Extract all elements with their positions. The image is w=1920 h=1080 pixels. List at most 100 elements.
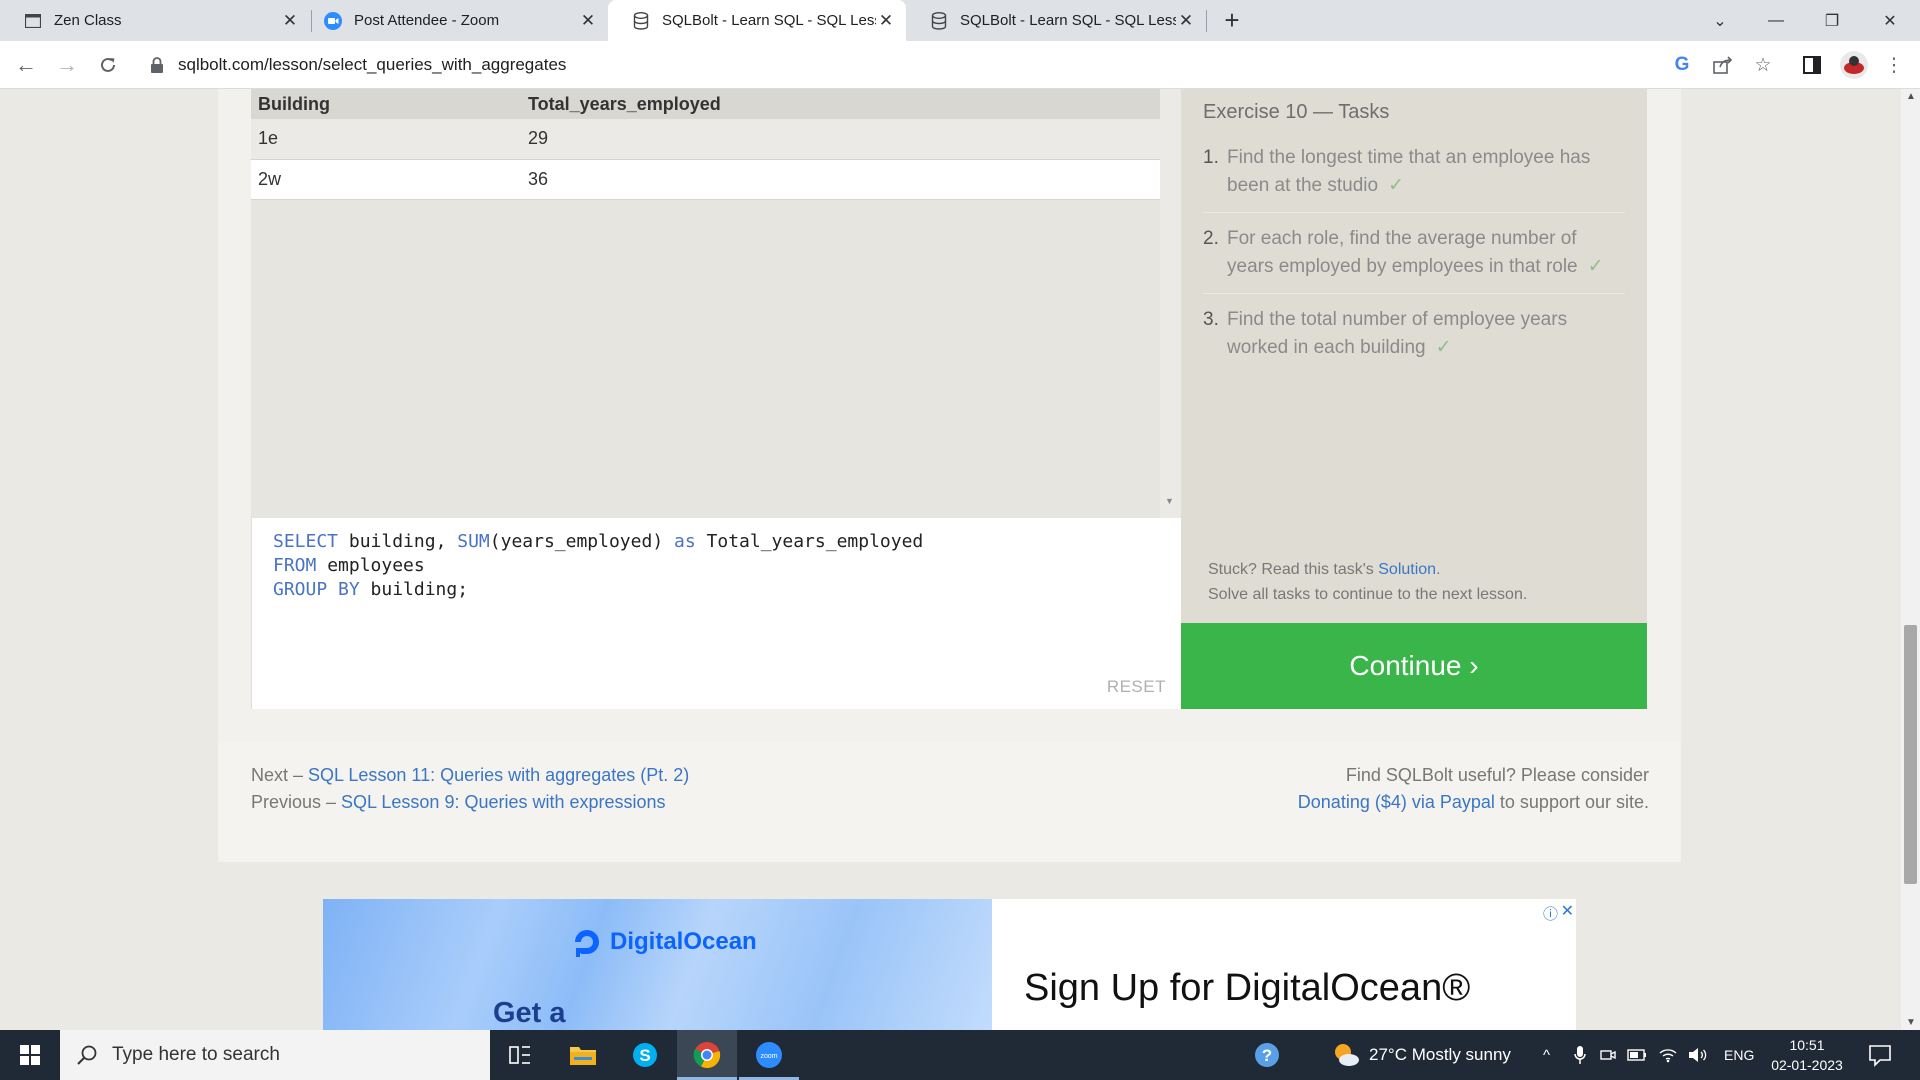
tab-title: SQLBolt - Learn SQL - SQL Lesson: [960, 12, 1176, 29]
checkmark-icon: ✓: [1587, 256, 1604, 277]
start-button[interactable]: [0, 1030, 60, 1080]
scroll-up-arrow-icon[interactable]: ▲: [1906, 91, 1916, 102]
table-row: 2w 36: [251, 159, 1160, 200]
tab-sqlbolt-active[interactable]: SQLBolt - Learn SQL - SQL Lesson ✕: [608, 0, 906, 41]
browser-toolbar: ← → sqlbolt.com/lesson/select_queries_wi…: [0, 41, 1920, 89]
column-header: Total_years_employed: [521, 89, 1160, 119]
minimize-button[interactable]: —: [1748, 0, 1804, 41]
meet-now-icon[interactable]: [1600, 1030, 1616, 1080]
exercise-tasks-panel: Exercise 10 — Tasks 1. Find the longest …: [1181, 89, 1647, 623]
sql-editor[interactable]: SELECT building, SUM(years_employed) as …: [251, 518, 1181, 709]
close-tab-icon[interactable]: ✕: [280, 11, 300, 31]
address-bar[interactable]: sqlbolt.com/lesson/select_queries_with_a…: [140, 47, 1670, 83]
previous-lesson-link[interactable]: SQL Lesson 9: Queries with expressions: [341, 792, 666, 812]
notification-icon[interactable]: [1866, 1041, 1894, 1069]
database-icon: [632, 11, 650, 30]
google-icon[interactable]: G: [1670, 53, 1694, 77]
reload-icon: [101, 57, 115, 72]
search-icon: [77, 1045, 97, 1065]
volume-icon[interactable]: [1688, 1030, 1708, 1080]
ad-info-icon[interactable]: ⓘ: [1543, 903, 1558, 924]
share-icon[interactable]: [1711, 53, 1735, 77]
file-explorer-icon[interactable]: [553, 1030, 613, 1080]
donate-link[interactable]: Donating ($4) via Paypal: [1298, 792, 1495, 812]
reset-button[interactable]: RESET: [1107, 677, 1166, 697]
table-cell: 2w: [251, 159, 521, 200]
sql-text: employees: [316, 555, 425, 576]
sql-code[interactable]: SELECT building, SUM(years_employed) as …: [273, 530, 923, 602]
chrome-icon[interactable]: [677, 1030, 737, 1080]
new-tab-button[interactable]: +: [1218, 5, 1246, 35]
skype-icon[interactable]: S: [615, 1030, 675, 1080]
close-tab-icon[interactable]: ✕: [578, 11, 598, 31]
solve-all-note: Solve all tasks to continue to the next …: [1208, 586, 1528, 603]
digitalocean-icon: [575, 930, 599, 957]
weather-widget[interactable]: 27°C Mostly sunny: [1331, 1030, 1511, 1080]
ad-headline[interactable]: Sign Up for DigitalOcean®: [1024, 967, 1470, 1010]
solution-link[interactable]: Solution: [1378, 561, 1436, 578]
sql-keyword: GROUP BY: [273, 579, 360, 600]
task-text: Find the longest time that an employee h…: [1227, 147, 1591, 196]
task-list: 1. Find the longest time that an employe…: [1203, 144, 1625, 386]
checkmark-icon: ✓: [1388, 175, 1404, 196]
taskbar-clock[interactable]: 10:51 02-01-2023: [1767, 1035, 1847, 1075]
page-scrollbar[interactable]: ▲ ▼: [1901, 89, 1920, 1030]
tab-sqlbolt[interactable]: SQLBolt - Learn SQL - SQL Lesson ✕: [906, 0, 1206, 41]
continue-button[interactable]: Continue ›: [1181, 623, 1647, 709]
bookmark-star-icon[interactable]: ☆: [1751, 53, 1775, 77]
url-text: sqlbolt.com/lesson/select_queries_with_a…: [178, 55, 567, 74]
sql-text: building;: [359, 579, 469, 600]
zoom-app-icon[interactable]: zoom: [739, 1030, 799, 1080]
task-text: For each role, find the average number o…: [1227, 228, 1604, 277]
tab-search-icon[interactable]: ⌄: [1692, 0, 1748, 41]
stuck-hint: Stuck? Read this task's Solution. Solve …: [1208, 561, 1528, 603]
menu-kebab-icon[interactable]: ⋮: [1882, 53, 1906, 77]
show-hidden-icons[interactable]: ^: [1543, 1030, 1550, 1080]
digitalocean-logo: DigitalOcean: [572, 927, 757, 957]
taskbar-search[interactable]: Type here to search: [60, 1030, 490, 1080]
close-tab-icon[interactable]: ✕: [1176, 11, 1196, 31]
scroll-down-arrow-icon[interactable]: ▼: [1165, 496, 1174, 506]
table-row: 1e 29: [251, 119, 1160, 160]
restore-button[interactable]: ❐: [1804, 0, 1860, 41]
clock-date: 02-01-2023: [1771, 1057, 1843, 1073]
tab-title: Post Attendee - Zoom: [354, 12, 500, 29]
svg-text:?: ?: [1262, 1046, 1272, 1065]
clock-time: 10:51: [1789, 1037, 1825, 1053]
ad-image: DigitalOcean Get a: [323, 899, 992, 1030]
scroll-down-arrow-icon[interactable]: ▼: [1906, 1017, 1916, 1028]
ad-banner[interactable]: DigitalOcean Get a Sign Up for DigitalOc…: [323, 899, 1576, 1030]
scrollbar-thumb[interactable]: [1904, 625, 1917, 884]
microphone-icon[interactable]: [1574, 1030, 1586, 1080]
window-icon: [24, 12, 42, 30]
tab-title: SQLBolt - Learn SQL - SQL Lesson: [662, 12, 876, 29]
table-cell: 29: [521, 119, 1160, 160]
tab-zen-class[interactable]: Zen Class ✕: [0, 0, 310, 41]
checkmark-icon: ✓: [1435, 337, 1452, 358]
table-cell: 1e: [251, 119, 521, 160]
tab-zoom[interactable]: Post Attendee - Zoom ✕: [300, 0, 608, 41]
exercise-title: Exercise 10 — Tasks: [1203, 101, 1390, 123]
forward-button[interactable]: →: [53, 51, 81, 79]
column-header: Building: [251, 89, 521, 119]
task-number: 3.: [1203, 309, 1219, 330]
windows-logo-icon: [20, 1045, 40, 1065]
close-window-button[interactable]: ✕: [1862, 0, 1918, 41]
back-button[interactable]: ←: [12, 51, 40, 79]
next-lesson-link[interactable]: SQL Lesson 11: Queries with aggregates (…: [308, 765, 689, 785]
help-icon[interactable]: ?: [1253, 1030, 1281, 1080]
profile-avatar[interactable]: [1840, 51, 1868, 79]
sql-keyword: as: [674, 531, 696, 552]
side-panel-icon[interactable]: [1800, 53, 1824, 77]
svg-text:S: S: [639, 1046, 650, 1065]
battery-icon[interactable]: [1627, 1030, 1647, 1080]
ad-close-icon[interactable]: ✕: [1561, 901, 1574, 921]
task-view-icon[interactable]: [490, 1030, 550, 1080]
results-scrollbar[interactable]: ▼: [1160, 89, 1181, 518]
close-tab-icon[interactable]: ✕: [876, 11, 896, 31]
browser-tab-bar: Zen Class ✕ Post Attendee - Zoom ✕ SQLBo…: [0, 0, 1920, 41]
task-number: 2.: [1203, 228, 1219, 249]
reload-button[interactable]: [94, 51, 122, 79]
language-indicator[interactable]: ENG: [1724, 1030, 1754, 1080]
wifi-icon[interactable]: [1659, 1030, 1677, 1080]
